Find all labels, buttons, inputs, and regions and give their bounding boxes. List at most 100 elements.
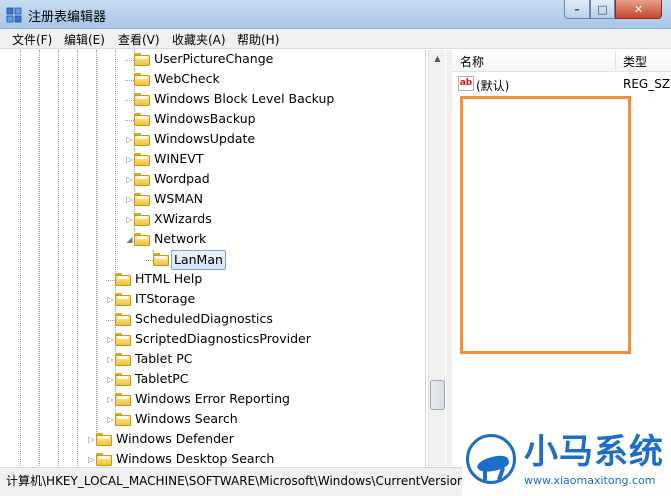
folder-icon [115,413,131,426]
tree-item[interactable]: LanMan [6,250,425,270]
status-path: 计算机\HKEY_LOCAL_MACHINE\SOFTWARE\Microsof… [6,474,465,488]
brand-watermark: 小马系统 www.xiaomaxitong.com [462,430,671,496]
tree-item[interactable]: ▷ TabletPC [6,370,425,390]
tree-item-label: UserPictureChange [154,51,274,66]
horse-logo-icon [466,434,516,484]
collapsed-arrow-icon[interactable]: ▷ [125,175,134,184]
close-button[interactable]: ✕ [615,0,662,19]
tree-item-label: WebCheck [154,71,220,86]
scroll-up-arrow-icon[interactable]: ▲ [429,50,446,67]
folder-icon [134,53,150,66]
collapsed-arrow-icon[interactable]: ▷ [87,435,96,444]
tree-item[interactable]: ▷ Windows Desktop Search [6,450,425,466]
tree-item[interactable]: ▷ WINEVT [6,150,425,170]
folder-icon [134,93,150,106]
close-icon: ✕ [633,2,644,16]
menu-edit[interactable]: 编辑(E) [64,31,105,48]
folder-icon [134,193,150,206]
tree-item-label: Tablet PC [135,351,193,366]
tree-item-label: TabletPC [135,371,189,386]
collapsed-arrow-icon[interactable]: ▷ [106,335,115,344]
menu-help[interactable]: 帮助(H) [237,31,279,48]
tree-item[interactable]: ▷ WindowsUpdate [6,130,425,150]
tree-item-label: WindowsBackup [154,111,256,126]
tree-item-label: Windows Block Level Backup [154,91,335,106]
folder-icon [134,213,150,226]
tree-item[interactable]: ▷ Windows Search [6,410,425,430]
folder-icon [134,153,150,166]
minimize-button[interactable]: – [564,0,590,19]
menu-file[interactable]: 文件(F) [12,31,52,48]
brand-url: www.xiaomaxitong.com [524,474,656,487]
tree-item-label: Windows Search [135,411,238,426]
collapsed-arrow-icon[interactable]: ▷ [106,415,115,424]
collapsed-arrow-icon[interactable]: ▷ [125,155,134,164]
folder-icon [134,113,150,126]
maximize-button[interactable]: □ [590,0,615,19]
title-bar[interactable]: 注册表编辑器 – □ ✕ [0,0,671,29]
list-header: 名称 类型 [452,50,671,72]
values-list[interactable]: 名称 类型 ab (默认) REG_SZ [452,50,671,466]
tree-item-label: HTML Help [135,271,203,286]
menu-favorites[interactable]: 收藏夹(A) [172,31,226,48]
folder-icon [134,173,150,186]
folder-icon [115,293,131,306]
expanded-arrow-icon[interactable]: ◢ [125,235,134,244]
tree-item-label: Windows Desktop Search [116,451,275,466]
tree-item[interactable]: WindowsBackup [6,110,425,130]
collapsed-arrow-icon[interactable]: ▷ [125,215,134,224]
window-title: 注册表编辑器 [28,10,107,25]
tree-item-label: WINEVT [154,151,204,166]
collapsed-arrow-icon[interactable]: ▷ [125,135,134,144]
tree-item[interactable]: ▷ Wordpad [6,170,425,190]
tree-item[interactable]: ▷ XWizards [6,210,425,230]
tree-item[interactable]: ▷ Windows Defender [6,430,425,450]
tree-item[interactable]: WebCheck [6,70,425,90]
tree-item-label: WindowsUpdate [154,131,256,146]
collapsed-arrow-icon[interactable]: ▷ [106,395,115,404]
folder-icon [134,73,150,86]
tree-item[interactable]: HTML Help [6,270,425,290]
tree-item[interactable]: ◢ Network [6,230,425,250]
maximize-icon: □ [597,2,608,16]
tree-item[interactable]: ▷ Windows Error Reporting [6,390,425,410]
tree-vertical-scrollbar[interactable]: ▲ [428,50,445,466]
column-separator[interactable] [615,52,616,70]
folder-icon [115,353,131,366]
folder-icon [115,393,131,406]
tree-item[interactable]: UserPictureChange [6,50,425,70]
tree-item-label: ScheduledDiagnostics [135,311,273,326]
tree-item[interactable]: ScheduledDiagnostics [6,310,425,330]
menu-view[interactable]: 查看(V) [118,31,160,48]
collapsed-arrow-icon[interactable]: ▷ [87,455,96,464]
registry-tree[interactable]: UserPictureChange WebCheck Windows Block L… [6,50,426,466]
tree-item-label: Windows Error Reporting [135,391,290,406]
tree-item[interactable]: ▷ WSMAN [6,190,425,210]
registry-editor-window: 注册表编辑器 – □ ✕ 文件(F) 编辑(E) 查看(V) 收藏夹(A) 帮助… [0,0,671,496]
column-header-name[interactable]: 名称 [460,53,484,70]
tree-item-label: Windows Defender [116,431,234,446]
folder-icon [115,273,131,286]
registry-editor-icon [6,7,22,23]
tree-item[interactable]: ▷ ScriptedDiagnosticsProvider [6,330,425,350]
tree-item-label: ScriptedDiagnosticsProvider [135,331,311,346]
collapsed-arrow-icon[interactable]: ▷ [106,375,115,384]
value-type: REG_SZ [623,77,671,91]
list-row-default-value[interactable]: ab (默认) REG_SZ [452,74,671,94]
collapsed-arrow-icon[interactable]: ▷ [106,355,115,364]
folder-icon [115,333,131,346]
column-header-type[interactable]: 类型 [623,53,647,70]
folder-icon [134,233,150,246]
tree-item[interactable]: Windows Block Level Backup [6,90,425,110]
tree-item-label: Network [154,231,207,246]
folder-icon [153,253,169,266]
tree-item[interactable]: ▷ ITStorage [6,290,425,310]
scroll-thumb[interactable] [430,380,445,410]
collapsed-arrow-icon[interactable]: ▷ [106,295,115,304]
brand-name: 小马系统 [524,432,664,472]
collapsed-arrow-icon[interactable]: ▷ [125,195,134,204]
tree-item-label: XWizards [154,211,212,226]
tree-item-label: LanMan [171,250,226,270]
tree-item[interactable]: ▷ Tablet PC [6,350,425,370]
highlight-annotation-box [460,96,631,354]
